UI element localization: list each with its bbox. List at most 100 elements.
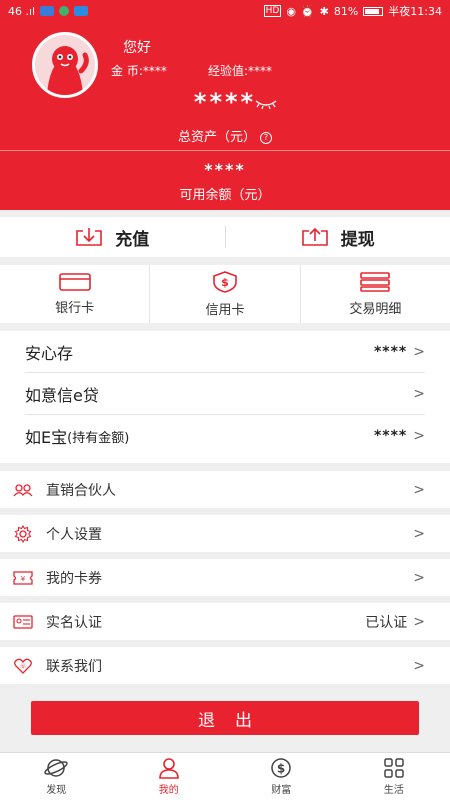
logout-button[interactable]: 退出 bbox=[31, 701, 419, 735]
dollar-icon: $ bbox=[271, 758, 291, 778]
product-anxincun-row[interactable]: 安心存 **** > bbox=[25, 331, 425, 373]
avatar-mascot-icon bbox=[35, 35, 95, 95]
tab-label: 生活 bbox=[383, 785, 404, 796]
card-shortcuts: 银行卡 $ 信用卡 交易明细 bbox=[0, 265, 450, 323]
status-right: HD ◉ ⏰ ✱ 81% 半夜11:34 bbox=[263, 3, 442, 19]
greeting-text: 您好 bbox=[123, 40, 151, 56]
experience-label: 经验值:**** bbox=[208, 64, 273, 78]
battery-percent: 81% bbox=[333, 4, 359, 18]
status-left: 46 .ıl bbox=[8, 4, 89, 18]
svg-text:$: $ bbox=[221, 276, 229, 289]
recharge-button[interactable]: 充值 bbox=[0, 217, 225, 257]
header-divider bbox=[0, 150, 450, 151]
chevron-right-icon: > bbox=[413, 343, 425, 360]
bottom-tab-bar: 发现 我的 $ 财富 生活 bbox=[0, 752, 450, 800]
help-icon[interactable]: ? bbox=[260, 131, 272, 144]
menu-label: 我的卡券 bbox=[46, 570, 102, 587]
coupon-icon: ¥ bbox=[12, 570, 34, 586]
menu-right: > bbox=[407, 658, 425, 674]
alarm-icon: ⏰ bbox=[300, 4, 315, 18]
id-card-icon bbox=[12, 614, 34, 630]
credit-card-label: 信用卡 bbox=[205, 302, 245, 318]
eye-status-icon: ◉ bbox=[286, 4, 296, 18]
product-value: **** bbox=[373, 428, 408, 444]
hide-amount-eye-icon[interactable] bbox=[255, 98, 277, 110]
transactions-list-icon bbox=[360, 271, 391, 292]
product-label: 如意信e贷 bbox=[25, 385, 99, 405]
menu-right: 已认证 > bbox=[365, 612, 425, 632]
status-bar: 46 .ıl HD ◉ ⏰ ✱ 81% 半夜11:34 bbox=[0, 0, 450, 22]
tab-label: 发现 bbox=[46, 785, 67, 796]
credit-card-shield-icon: $ bbox=[213, 270, 237, 293]
product-label: 安心存 bbox=[25, 343, 74, 363]
coins-label: 金 币:**** bbox=[111, 64, 167, 78]
menu-settings[interactable]: 个人设置 > bbox=[0, 515, 450, 552]
tab-mine[interactable]: 我的 bbox=[113, 753, 226, 800]
svg-text:$: $ bbox=[277, 762, 285, 776]
battery-icon bbox=[363, 6, 384, 16]
svg-text:¥: ¥ bbox=[21, 575, 26, 583]
fund-actions: 充值 提现 bbox=[0, 217, 450, 257]
available-balance-label: 可用余额（元） bbox=[179, 188, 271, 203]
chat-notification-icon bbox=[59, 6, 70, 16]
clock: 半夜11:34 bbox=[388, 5, 442, 18]
transactions-button[interactable]: 交易明细 bbox=[301, 265, 450, 323]
hd-icon: HD bbox=[263, 5, 282, 17]
menu-coupons[interactable]: ¥ 我的卡券 > bbox=[0, 559, 450, 596]
transactions-label: 交易明细 bbox=[349, 301, 402, 317]
menu-right: > bbox=[407, 570, 425, 586]
menu-verification[interactable]: 实名认证 已认证 > bbox=[0, 603, 450, 640]
product-value: **** bbox=[373, 343, 408, 360]
withdraw-button[interactable]: 提现 bbox=[226, 217, 450, 257]
withdraw-icon bbox=[301, 227, 328, 246]
tab-label: 我的 bbox=[158, 785, 179, 796]
tab-life[interactable]: 生活 bbox=[338, 753, 450, 800]
chevron-right-icon: > bbox=[413, 385, 425, 402]
app-notification-icon bbox=[40, 6, 55, 16]
menu-right: > bbox=[407, 526, 425, 542]
account-header: 您好 金 币:**** 经验值:**** **** 总资产（元）? **** 可… bbox=[0, 22, 450, 210]
product-note: (持有金额) bbox=[67, 430, 130, 446]
wealth-products: 安心存 **** > 如意信e贷 > 如E宝 (持有金额) **** > bbox=[0, 331, 450, 463]
bluetooth-icon: ✱ bbox=[319, 4, 329, 18]
planet-icon bbox=[44, 759, 68, 777]
bank-card-label: 银行卡 bbox=[55, 300, 95, 316]
svg-text:☏: ☏ bbox=[19, 663, 27, 670]
grid-icon bbox=[384, 758, 404, 778]
credit-card-button[interactable]: $ 信用卡 bbox=[150, 265, 301, 323]
chevron-right-icon: > bbox=[413, 428, 425, 444]
total-assets-label: 总资产（元）? bbox=[0, 126, 450, 145]
chevron-right-icon: > bbox=[413, 613, 425, 630]
menu-right: > bbox=[407, 482, 425, 498]
tab-label: 财富 bbox=[271, 785, 292, 796]
message-notification-icon bbox=[74, 6, 89, 16]
available-balance-value: **** bbox=[204, 160, 246, 179]
bank-card-button[interactable]: 银行卡 bbox=[0, 265, 151, 323]
menu-partner[interactable]: 直销合伙人 > bbox=[0, 471, 450, 508]
bank-card-icon bbox=[58, 272, 91, 291]
menu-label: 个人设置 bbox=[46, 526, 102, 543]
signal-text: 46 .ıl bbox=[8, 4, 36, 18]
menu-label: 联系我们 bbox=[46, 658, 102, 675]
total-assets-label-text: 总资产（元） bbox=[177, 130, 256, 145]
settings-gear-icon bbox=[12, 524, 34, 543]
chevron-right-icon: > bbox=[413, 569, 425, 586]
product-ruyixin-row[interactable]: 如意信e贷 > bbox=[25, 373, 425, 415]
verification-status: 已认证 bbox=[365, 614, 408, 631]
chevron-right-icon: > bbox=[413, 657, 425, 674]
menu-label: 实名认证 bbox=[46, 614, 102, 631]
product-label: 如E宝 bbox=[25, 428, 68, 447]
recharge-icon bbox=[76, 228, 103, 246]
menu-label: 直销合伙人 bbox=[46, 482, 116, 499]
contact-heart-icon: ☏ bbox=[12, 658, 34, 674]
chevron-right-icon: > bbox=[413, 481, 425, 498]
product-rue-bao-row[interactable]: 如E宝 (持有金额) **** > bbox=[25, 415, 425, 457]
total-assets-value: **** bbox=[193, 88, 257, 116]
menu-contact[interactable]: ☏ 联系我们 > bbox=[0, 647, 450, 684]
recharge-label: 充值 bbox=[115, 229, 150, 250]
tab-wealth[interactable]: $ 财富 bbox=[225, 753, 338, 800]
withdraw-label: 提现 bbox=[340, 229, 375, 250]
user-icon bbox=[158, 758, 179, 779]
partner-icon bbox=[12, 482, 34, 498]
tab-discover[interactable]: 发现 bbox=[0, 753, 113, 800]
